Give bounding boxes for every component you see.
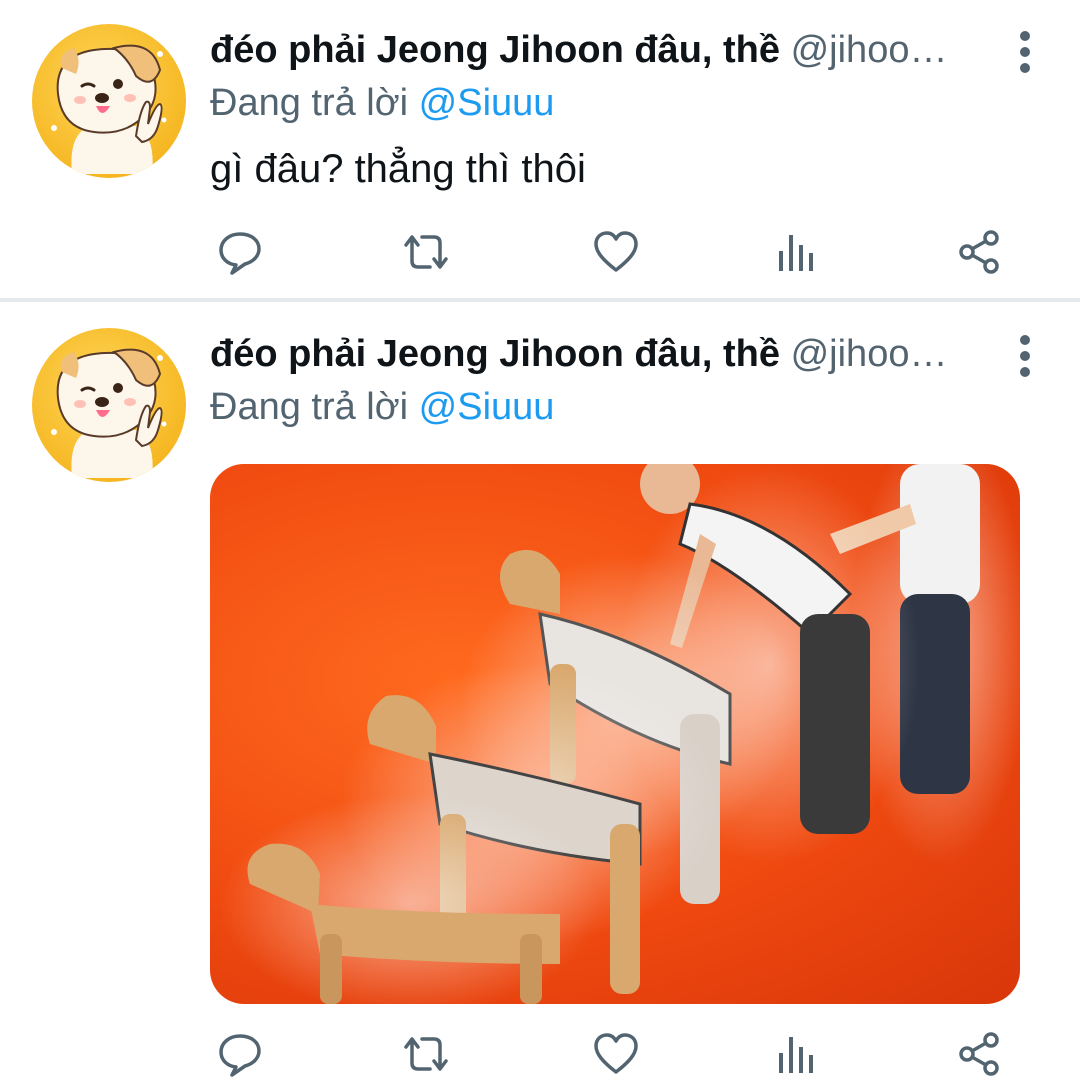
author-name[interactable]: đéo phải Jeong Jihoon đâu, thề bbox=[210, 333, 780, 375]
retweet-icon bbox=[404, 235, 448, 269]
avatar[interactable] bbox=[32, 328, 186, 482]
puppy-avatar-icon bbox=[51, 348, 167, 478]
share-button[interactable] bbox=[950, 1024, 1010, 1084]
tweet-reply-text[interactable]: đéo phải Jeong Jihoon đâu, thề @jihoo… Đ… bbox=[0, 0, 1080, 298]
vertical-ellipsis-icon bbox=[1020, 31, 1030, 73]
views-button[interactable] bbox=[766, 1024, 826, 1084]
replying-to-label: Đang trả lời bbox=[210, 386, 409, 428]
replying-to-label: Đang trả lời bbox=[210, 82, 409, 124]
more-options-button[interactable] bbox=[1010, 326, 1040, 386]
retweet-button[interactable] bbox=[396, 222, 456, 282]
dog-to-human-evolution-image bbox=[220, 464, 1020, 1004]
tweet-header: đéo phải Jeong Jihoon đâu, thề @jihoo… bbox=[210, 22, 990, 78]
author-handle[interactable]: @jihoo… bbox=[791, 29, 948, 71]
reply-mention-link[interactable]: @Siuuu bbox=[419, 386, 555, 428]
reply-button[interactable] bbox=[210, 222, 270, 282]
avatar[interactable] bbox=[32, 24, 186, 178]
tweet-media-image[interactable] bbox=[210, 464, 1020, 1004]
speech-bubble-icon bbox=[219, 232, 261, 275]
tweet-text: gì đâu? thẳng thì thôi bbox=[210, 147, 586, 191]
tweet-reply-image[interactable]: đéo phải Jeong Jihoon đâu, thề @jihoo… Đ… bbox=[0, 302, 1080, 1080]
puppy-avatar-icon bbox=[51, 44, 167, 174]
views-button[interactable] bbox=[766, 222, 826, 282]
share-icon bbox=[959, 1032, 999, 1076]
more-options-button[interactable] bbox=[1010, 22, 1040, 82]
vertical-ellipsis-icon bbox=[1020, 335, 1030, 377]
like-button[interactable] bbox=[586, 222, 646, 282]
heart-icon bbox=[594, 231, 638, 272]
bar-chart-icon bbox=[779, 235, 813, 271]
share-icon bbox=[959, 230, 999, 274]
speech-bubble-icon bbox=[219, 1034, 261, 1077]
retweet-button[interactable] bbox=[396, 1024, 456, 1084]
replying-to-line: Đang trả lời @Siuuu bbox=[210, 382, 554, 432]
retweet-icon bbox=[404, 1037, 448, 1071]
share-button[interactable] bbox=[950, 222, 1010, 282]
tweet-actions bbox=[210, 222, 1030, 282]
replying-to-line: Đang trả lời @Siuuu bbox=[210, 78, 554, 128]
reply-mention-link[interactable]: @Siuuu bbox=[419, 82, 555, 124]
tweet-actions bbox=[210, 1024, 1030, 1084]
author-name[interactable]: đéo phải Jeong Jihoon đâu, thề bbox=[210, 29, 780, 71]
reply-button[interactable] bbox=[210, 1024, 270, 1084]
author-handle[interactable]: @jihoo… bbox=[791, 333, 948, 375]
heart-icon bbox=[594, 1033, 638, 1074]
tweet-header: đéo phải Jeong Jihoon đâu, thề @jihoo… bbox=[210, 326, 990, 382]
like-button[interactable] bbox=[586, 1024, 646, 1084]
bar-chart-icon bbox=[779, 1037, 813, 1073]
